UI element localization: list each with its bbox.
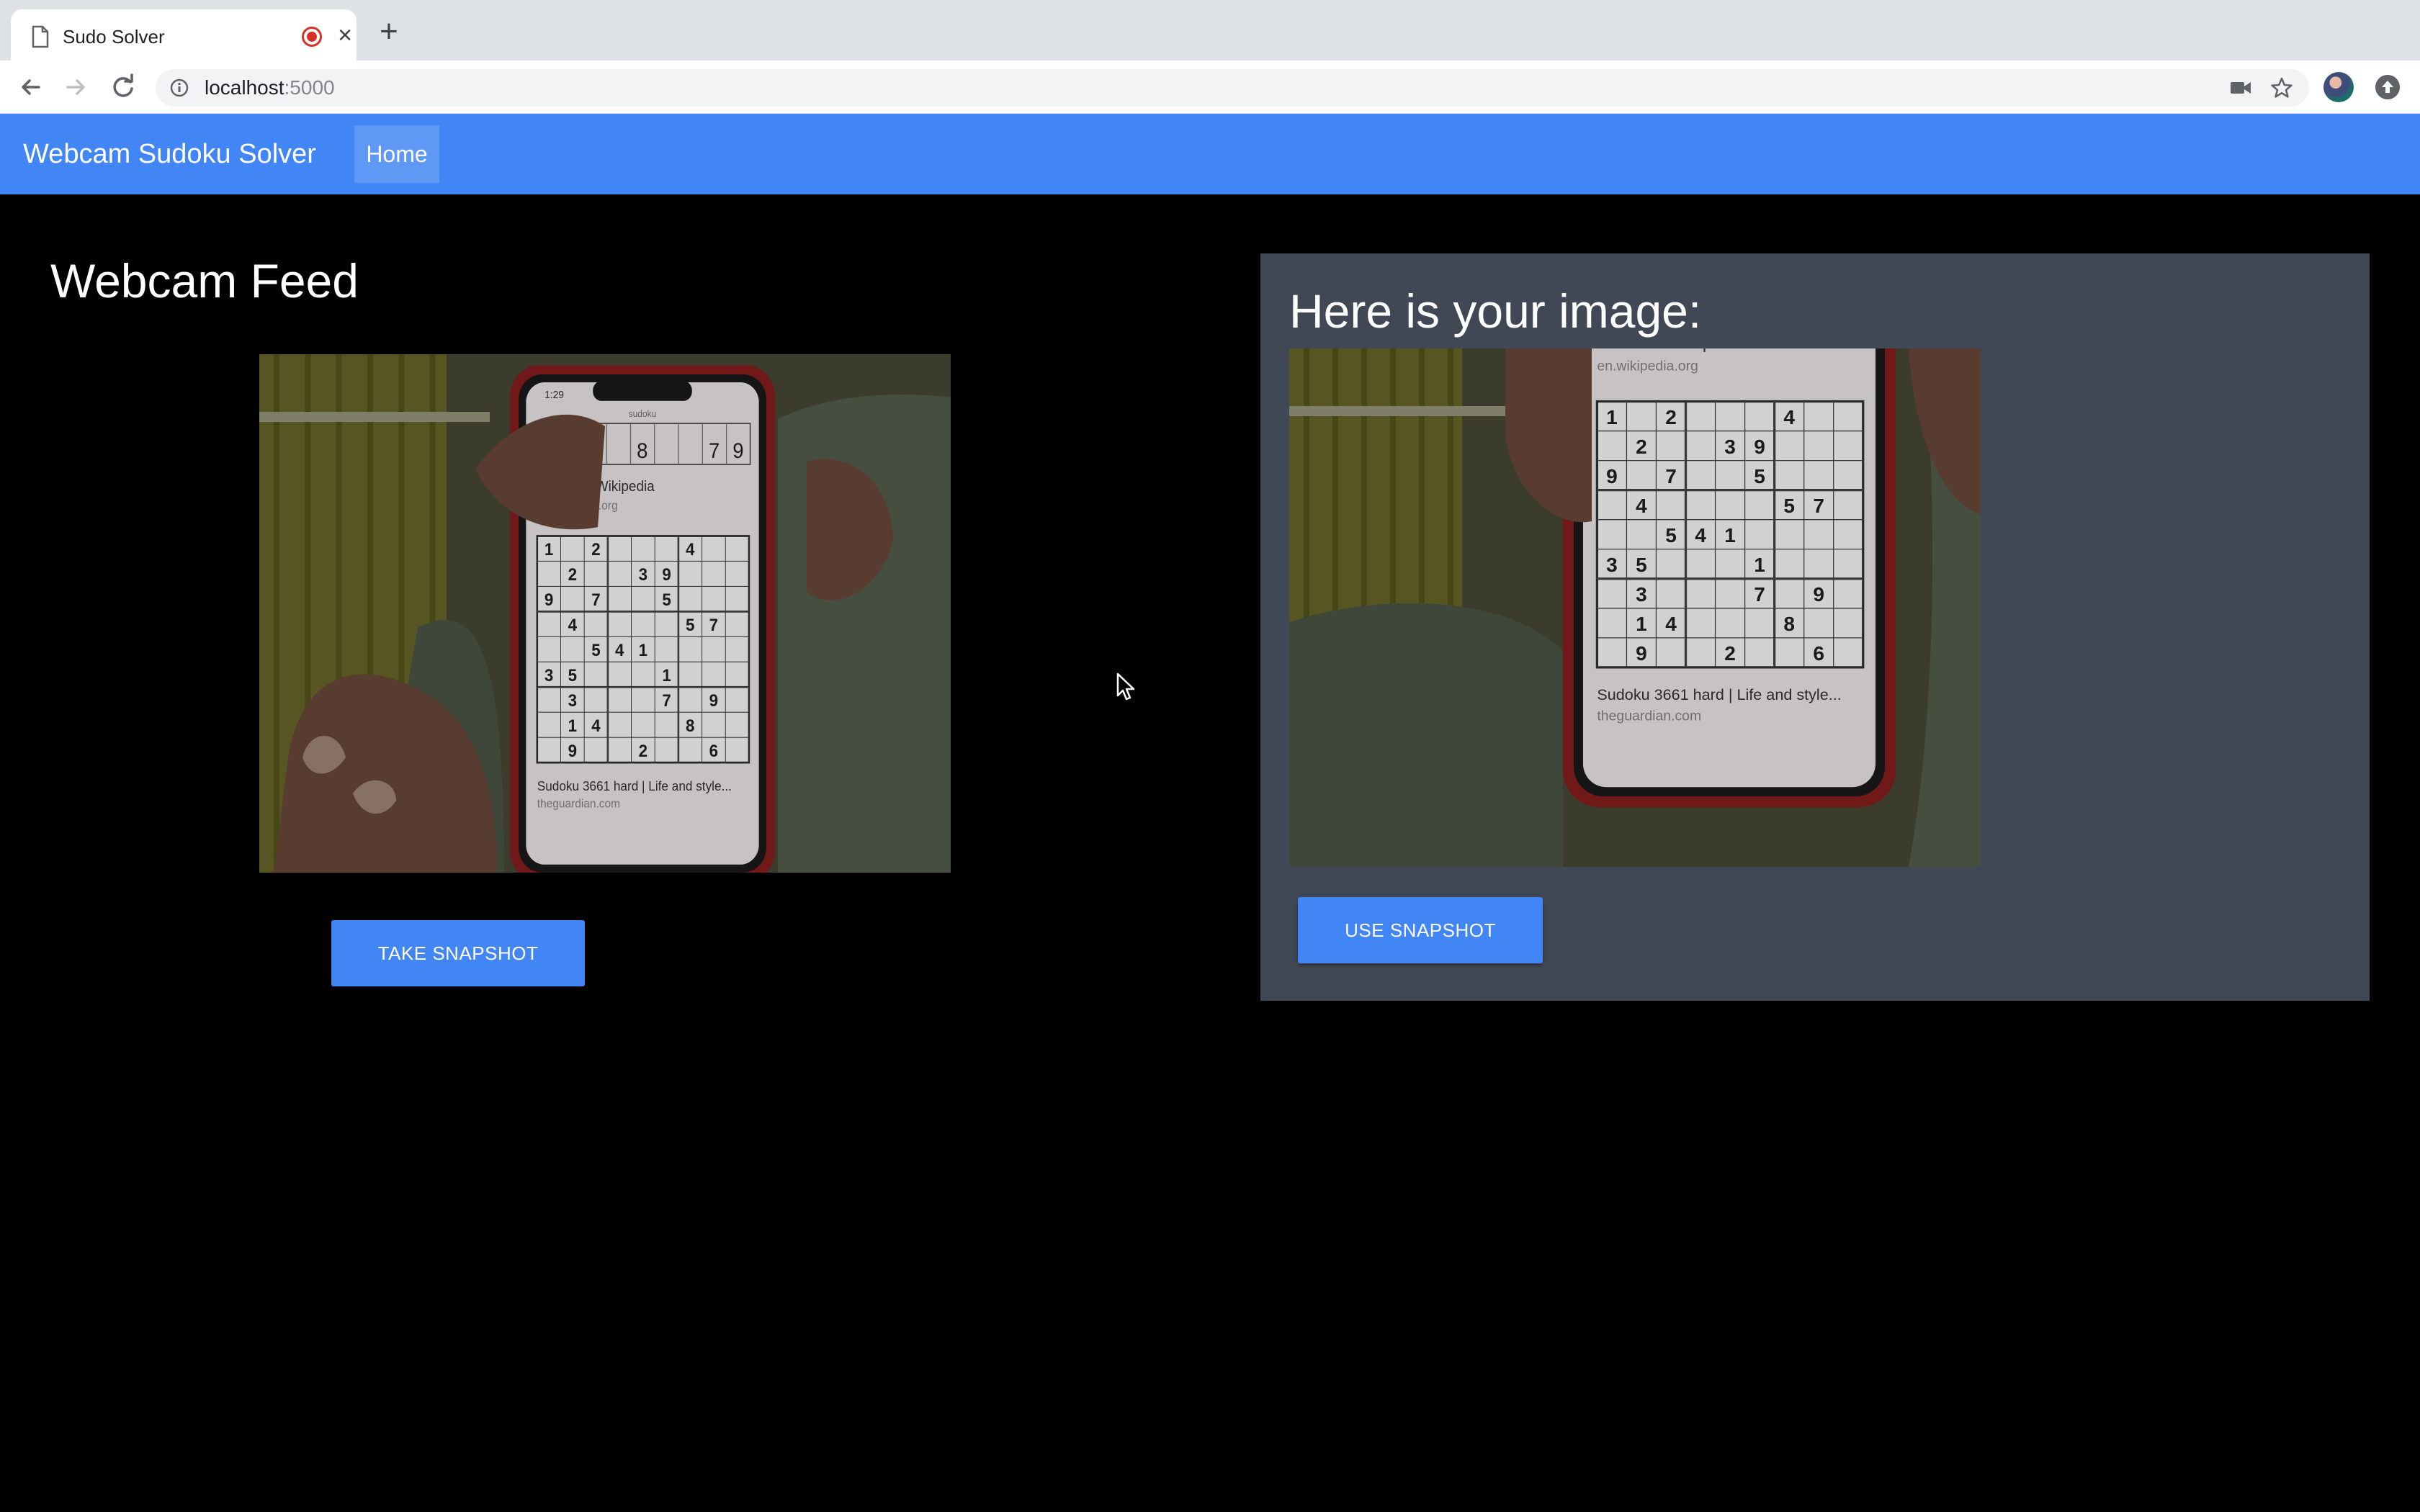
forward-arrow-icon[interactable] — [60, 72, 91, 102]
take-snapshot-button[interactable]: TAKE SNAPSHOT — [331, 920, 585, 986]
app-navbar: Webcam Sudoku Solver Home — [0, 114, 2420, 194]
snapshot-panel: Here is your image: 1:29sudoku879Sudoku … — [1260, 253, 2370, 1001]
url-port: :5000 — [284, 76, 335, 99]
profile-avatar[interactable] — [2323, 72, 2354, 102]
recording-icon — [302, 27, 322, 47]
url-text: localhost:5000 — [205, 76, 335, 99]
camera-icon[interactable] — [2230, 79, 2251, 96]
app-brand[interactable]: Webcam Sudoku Solver — [23, 138, 316, 170]
snapshot-image: 1:29sudoku879Sudoku - Wikipediaen.wikipe… — [1289, 348, 1981, 867]
snapshot-title: Here is your image: — [1289, 284, 1702, 338]
photo-vignette — [1289, 348, 1981, 867]
mouse-cursor-icon — [1116, 672, 1135, 701]
update-icon[interactable] — [2375, 75, 2400, 99]
photo-vignette — [259, 354, 951, 873]
address-bar[interactable]: localhost:5000 — [156, 69, 2309, 107]
page-icon — [32, 25, 49, 48]
browser-tab-strip: Sudo Solver × + — [0, 0, 2420, 60]
reload-icon[interactable] — [108, 72, 138, 102]
back-arrow-icon[interactable] — [16, 72, 46, 102]
close-icon[interactable]: × — [333, 22, 357, 48]
webcam-feed-title: Webcam Feed — [50, 254, 359, 307]
plus-icon[interactable]: + — [375, 16, 403, 48]
photo-canvas: 1:29sudoku879Sudoku - Wikipediaen.wikipe… — [259, 354, 951, 873]
url-host: localhost — [205, 76, 284, 99]
tab-title: Sudo Solver — [63, 26, 165, 48]
browser-toolbar: localhost:5000 — [0, 60, 2420, 114]
browser-tab[interactable]: Sudo Solver × — [11, 9, 357, 60]
star-icon[interactable] — [2270, 76, 2293, 99]
webcam-video: 1:29sudoku879Sudoku - Wikipediaen.wikipe… — [259, 354, 951, 873]
nav-home-link[interactable]: Home — [354, 125, 439, 183]
info-icon[interactable] — [170, 78, 189, 97]
use-snapshot-button[interactable]: USE SNAPSHOT — [1298, 897, 1543, 963]
photo-canvas: 1:29sudoku879Sudoku - Wikipediaen.wikipe… — [1289, 348, 1981, 867]
